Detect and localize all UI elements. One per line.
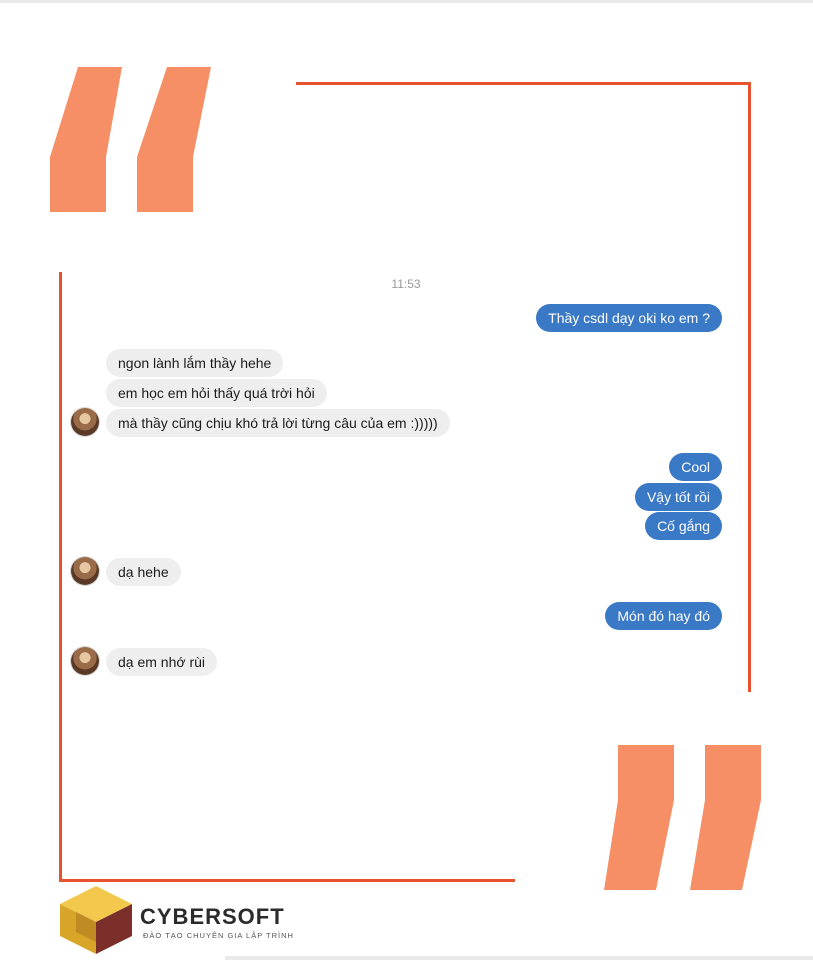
contact-avatar[interactable] xyxy=(71,408,99,436)
message-bubble-outgoing[interactable]: Cool xyxy=(669,453,722,481)
message-bubble-outgoing[interactable]: Vậy tốt rồi xyxy=(634,483,722,511)
frame-line-top xyxy=(296,82,751,85)
contact-avatar[interactable] xyxy=(71,557,99,585)
frame-line-right xyxy=(748,82,751,692)
message-bubble-incoming[interactable]: em học em hỏi thấy quá trời hỏi xyxy=(106,379,327,407)
message-bubble-outgoing[interactable]: Thầy csdl dạy oki ko em ? xyxy=(536,304,722,332)
message-bubble-outgoing[interactable]: Món đó hay đó xyxy=(605,602,722,630)
contact-avatar[interactable] xyxy=(71,647,99,675)
frame-line-bottom xyxy=(59,879,515,882)
message-bubble-incoming[interactable]: dạ hehe xyxy=(106,558,181,586)
message-bubble-incoming[interactable]: mà thầy cũng chịu khó trả lời từng câu c… xyxy=(106,409,450,437)
brand-name: CYBERSOFT xyxy=(140,904,285,929)
message-bubble-outgoing[interactable]: Cố gắng xyxy=(645,512,722,540)
close-quote-icon xyxy=(604,745,761,890)
cybersoft-logo-icon xyxy=(60,886,132,954)
message-bubble-incoming[interactable]: ngon lành lắm thầy hehe xyxy=(106,349,284,377)
brand-tagline: ĐÀO TẠO CHUYÊN GIA LẬP TRÌNH xyxy=(143,931,294,940)
bottom-border xyxy=(225,956,813,960)
top-border xyxy=(0,0,813,3)
message-bubble-incoming[interactable]: dạ em nhớ rùi xyxy=(106,648,218,676)
chat-timestamp: 11:53 xyxy=(391,277,421,291)
open-quote-icon xyxy=(50,67,211,212)
frame-line-left xyxy=(59,272,62,882)
